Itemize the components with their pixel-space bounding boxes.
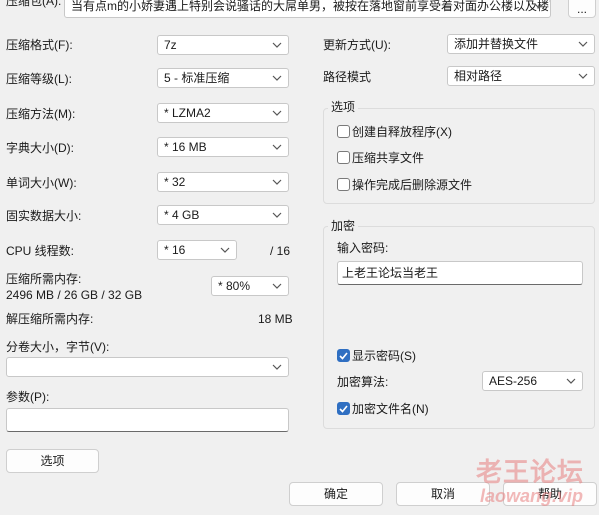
format-label: 压缩格式(F):: [6, 38, 73, 52]
chevron-down-icon: [578, 67, 588, 85]
chevron-down-icon: [566, 372, 576, 390]
method-value: * LZMA2: [164, 106, 211, 120]
check-icon: [339, 405, 348, 413]
check-icon: [339, 352, 348, 360]
mem-compress-value: * 80%: [218, 279, 251, 293]
update-select[interactable]: 添加并替换文件: [447, 34, 595, 54]
mem-decompress-label: 解压缩所需内存:: [6, 312, 94, 326]
chevron-down-icon: [272, 69, 282, 87]
split-select[interactable]: [6, 357, 289, 377]
solid-value: * 4 GB: [164, 208, 200, 222]
chevron-down-icon: [272, 277, 282, 295]
path-mode-label: 路径模式: [323, 70, 372, 84]
chevron-down-icon: [272, 138, 282, 156]
chevron-down-icon: [220, 241, 230, 259]
mem-compress-select[interactable]: * 80%: [211, 276, 289, 296]
params-input[interactable]: [6, 408, 289, 432]
word-select[interactable]: * 32: [157, 172, 289, 192]
chevron-down-icon: [272, 358, 282, 376]
threads-value: * 16: [164, 243, 186, 257]
archive-path-label: 压缩包(A):: [6, 0, 62, 8]
show-password-checkbox[interactable]: [337, 349, 350, 362]
encrypt-names-label[interactable]: 加密文件名(N): [352, 402, 429, 416]
dict-select[interactable]: * 16 MB: [157, 137, 289, 157]
show-password-label[interactable]: 显示密码(S): [352, 349, 416, 363]
archive-path-combo[interactable]: 当有点m的小娇妻遇上特别会说骚话的大屌单男，被按在落地窗前享受着对面办公楼以及楼…: [64, 0, 551, 18]
watermark-logo-text: 老王论坛: [476, 457, 585, 487]
word-value: * 32: [164, 175, 186, 189]
dict-label: 字典大小(D):: [6, 141, 74, 155]
level-value: 5 - 标准压缩: [164, 71, 230, 85]
threads-total: / 16: [270, 244, 291, 258]
delete-checkbox[interactable]: [337, 178, 350, 191]
shared-label[interactable]: 压缩共享文件: [352, 151, 424, 165]
path-mode-select[interactable]: 相对路径: [447, 66, 595, 86]
encrypt-group-title: 加密: [328, 219, 359, 233]
encrypt-group: [323, 226, 595, 429]
chevron-down-icon: [272, 206, 282, 224]
split-label: 分卷大小，字节(V):: [6, 340, 110, 354]
password-input[interactable]: 上老王论坛当老王: [337, 261, 583, 285]
level-label: 压缩等级(L):: [6, 72, 73, 86]
chevron-down-icon: [272, 104, 282, 122]
delete-label[interactable]: 操作完成后删除源文件: [352, 178, 472, 192]
method-select[interactable]: * LZMA2: [157, 103, 289, 123]
options-button[interactable]: 选项: [6, 449, 99, 473]
shared-checkbox[interactable]: [337, 151, 350, 164]
browse-button[interactable]: ...: [568, 0, 596, 18]
update-value: 添加并替换文件: [454, 37, 539, 51]
encrypt-method-label: 加密算法:: [337, 375, 389, 389]
watermark-url: laowang.vip: [480, 486, 584, 506]
options-group-title: 选项: [328, 100, 359, 114]
mem-decompress-value: 18 MB: [258, 312, 293, 326]
chevron-down-icon: [578, 35, 588, 53]
update-label: 更新方式(U):: [323, 38, 391, 52]
archive-path-value: 当有点m的小娇妻遇上特别会说骚话的大屌单男，被按在落地窗前享受着对面办公楼以及楼…: [71, 0, 550, 13]
chevron-down-icon: [272, 36, 282, 54]
method-label: 压缩方法(M):: [6, 107, 76, 121]
threads-label: CPU 线程数:: [6, 244, 75, 258]
path-mode-value: 相对路径: [454, 69, 503, 83]
password-label: 输入密码:: [337, 241, 389, 255]
ok-button[interactable]: 确定: [289, 482, 383, 506]
password-value: 上老王论坛当老王: [342, 266, 439, 280]
solid-select[interactable]: * 4 GB: [157, 205, 289, 225]
format-value: 7z: [164, 38, 177, 52]
chevron-down-icon: [272, 173, 282, 191]
sfx-checkbox[interactable]: [337, 125, 350, 138]
chevron-down-icon[interactable]: [534, 0, 544, 15]
encrypt-method-select[interactable]: AES-256: [482, 371, 583, 391]
word-label: 单词大小(W):: [6, 176, 77, 190]
encrypt-names-checkbox[interactable]: [337, 402, 350, 415]
encrypt-method-value: AES-256: [489, 374, 538, 388]
mem-compress-detail: 2496 MB / 26 GB / 32 GB: [6, 288, 143, 302]
mem-compress-label: 压缩所需内存:: [6, 272, 82, 286]
threads-select[interactable]: * 16: [157, 240, 237, 260]
format-select[interactable]: 7z: [157, 35, 289, 55]
level-select[interactable]: 5 - 标准压缩: [157, 68, 289, 88]
sfx-label[interactable]: 创建自释放程序(X): [352, 125, 452, 139]
solid-label: 固实数据大小:: [6, 209, 82, 223]
dict-value: * 16 MB: [164, 140, 207, 154]
params-label: 参数(P):: [6, 390, 50, 404]
